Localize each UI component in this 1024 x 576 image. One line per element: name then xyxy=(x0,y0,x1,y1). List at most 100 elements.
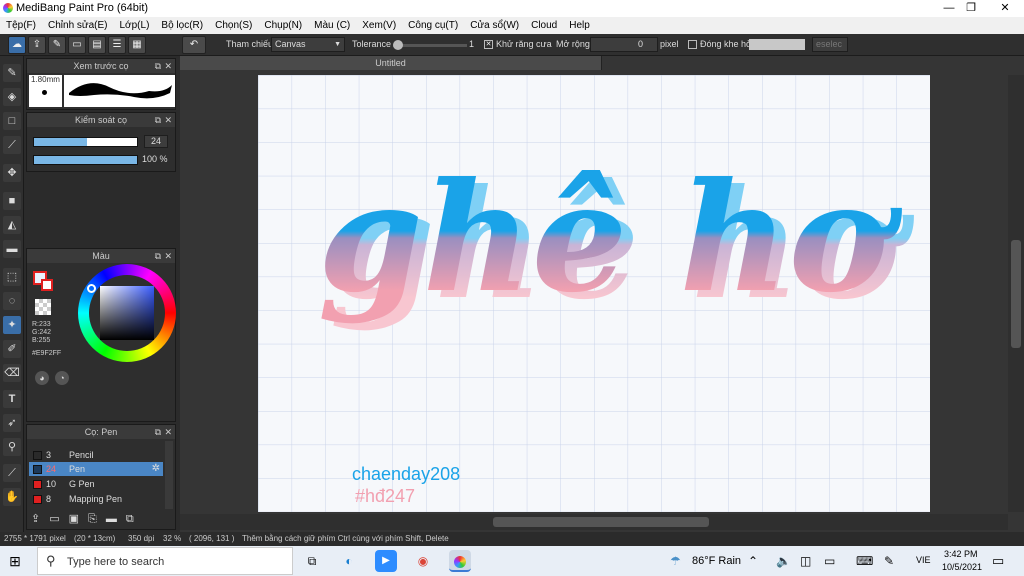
clock-time[interactable]: 3:42 PM xyxy=(944,549,978,559)
menu-layer[interactable]: Lớp(L) xyxy=(114,17,156,34)
folder-icon[interactable]: ▬ xyxy=(106,513,126,525)
brush-opacity-slider[interactable] xyxy=(33,155,138,165)
line-tool-icon[interactable]: ⟋ xyxy=(3,136,21,154)
operation-tool-icon[interactable]: ➶ xyxy=(3,414,21,432)
brush-item[interactable]: 10 G Pen xyxy=(29,477,163,491)
new-brush-icon[interactable]: ▭ xyxy=(49,513,68,525)
list-icon[interactable]: ☰ xyxy=(108,36,126,54)
medibang-taskbar-icon[interactable] xyxy=(449,550,471,572)
tolerance-slider[interactable] xyxy=(393,40,467,50)
tolerance-slider-handle[interactable] xyxy=(393,40,403,50)
notification-icon[interactable]: ▭ xyxy=(992,553,1004,569)
rectangle-tool-icon[interactable]: □ xyxy=(3,112,21,130)
document-tab[interactable]: Untitled xyxy=(180,56,602,70)
add-brush-icon[interactable]: ▣ xyxy=(69,513,88,525)
hue-wheel[interactable] xyxy=(78,264,176,362)
vertical-scrollbar[interactable] xyxy=(1008,75,1024,512)
saturation-value-square[interactable] xyxy=(100,286,154,340)
close-icon[interactable]: ✕ xyxy=(164,425,172,439)
comment-icon[interactable]: ✎ xyxy=(48,36,66,54)
menu-filter[interactable]: Bộ lọc(R) xyxy=(155,17,209,34)
menu-cloud[interactable]: Cloud xyxy=(525,17,563,34)
keyboard-icon[interactable]: ⌨ xyxy=(856,554,873,568)
eyedropper-tool-icon[interactable]: ⚲ xyxy=(3,438,21,456)
reference-select[interactable]: Canvas ▼ xyxy=(271,37,345,52)
search-box[interactable]: ⚲ Type here to search xyxy=(37,547,293,575)
menu-view[interactable]: Xem(V) xyxy=(356,17,402,34)
fill-rect-tool-icon[interactable]: ■ xyxy=(3,192,21,210)
menu-window[interactable]: Cửa sổ(W) xyxy=(464,17,525,34)
brush-list-scrollbar[interactable] xyxy=(165,441,173,509)
maximize-button[interactable]: ❐ xyxy=(956,0,986,17)
zoom-icon[interactable]: ▶ xyxy=(375,550,397,572)
menu-capture[interactable]: Chụp(N) xyxy=(258,17,308,34)
popout-icon[interactable]: ⧉ xyxy=(155,249,161,263)
menu-file[interactable]: Tệp(F) xyxy=(0,17,42,34)
close-icon[interactable]: ✕ xyxy=(164,249,172,263)
edge-icon[interactable]: ◐ xyxy=(338,550,360,572)
battery-icon[interactable]: ▭ xyxy=(824,554,835,568)
duplicate-icon[interactable]: ⧉ xyxy=(126,513,143,525)
close-button[interactable]: ✕ xyxy=(990,0,1020,17)
menu-select[interactable]: Chọn(S) xyxy=(209,17,258,34)
canvas-paper[interactable]: ghê hơ ghê hơ chaenday208 #hđ247 xyxy=(258,75,930,512)
task-view-icon[interactable]: ⧉ xyxy=(301,550,323,572)
language-indicator[interactable]: VIE xyxy=(916,555,931,565)
move-tool-icon[interactable]: ✥ xyxy=(3,164,21,182)
hand-tool-icon[interactable]: ✋ xyxy=(3,488,21,506)
palette-add-icon[interactable]: ◔ xyxy=(55,371,69,385)
network-icon[interactable]: ◫ xyxy=(800,554,811,568)
horizontal-scrollbar[interactable] xyxy=(180,514,1008,530)
popout-icon[interactable]: ⧉ xyxy=(155,113,161,127)
select-eraser-tool-icon[interactable]: ⌫ xyxy=(3,364,21,382)
select-tool-icon[interactable]: ⬚ xyxy=(3,268,21,286)
lasso-tool-icon[interactable]: ◌ xyxy=(3,292,21,310)
bucket-tool-icon[interactable]: ◭ xyxy=(3,216,21,234)
popout-icon[interactable]: ⧉ xyxy=(155,425,161,439)
copy-icon[interactable]: ⎘ xyxy=(88,513,106,525)
gradient-tool-icon[interactable]: ▬ xyxy=(3,240,21,258)
clock-date[interactable]: 10/5/2021 xyxy=(942,562,982,572)
brush-size-slider[interactable] xyxy=(33,137,138,147)
brush-item-selected[interactable]: 24 Pen ✲ xyxy=(29,462,163,476)
hue-handle[interactable] xyxy=(87,284,96,293)
divide-tool-icon[interactable]: ⟋ xyxy=(3,464,21,482)
menu-help[interactable]: Help xyxy=(563,17,596,34)
weather-icon[interactable]: ☂ xyxy=(670,554,681,568)
close-icon[interactable]: ✕ xyxy=(164,59,172,73)
brush-item[interactable]: 8 Mapping Pen xyxy=(29,492,163,506)
chrome-icon[interactable]: ◉ xyxy=(412,550,434,572)
palette-icon[interactable]: ◕ xyxy=(35,371,49,385)
vertical-scroll-thumb[interactable] xyxy=(1011,240,1021,348)
chat-icon[interactable]: ▭ xyxy=(68,36,86,54)
undo-icon[interactable]: ↶ xyxy=(182,36,206,54)
brush-tool-icon[interactable]: ✎ xyxy=(3,64,21,82)
menu-edit[interactable]: Chỉnh sửa(E) xyxy=(42,17,114,34)
document-icon[interactable]: ▤ xyxy=(88,36,106,54)
weather-text[interactable]: 86°F Rain xyxy=(692,555,741,567)
speaker-icon[interactable]: 🔈 xyxy=(776,554,791,568)
close-icon[interactable]: ✕ xyxy=(164,113,172,127)
menu-color[interactable]: Màu (C) xyxy=(308,17,356,34)
close-gap-slider[interactable] xyxy=(749,39,805,50)
gear-icon[interactable]: ✲ xyxy=(152,462,160,476)
brush-item[interactable]: 3 Pencil xyxy=(29,448,163,462)
windows-start-icon[interactable]: ⊞ xyxy=(4,550,26,572)
brush-size-input[interactable]: 24 xyxy=(144,135,168,148)
expand-input[interactable]: 0 xyxy=(590,37,658,52)
upload-icon[interactable]: ⇪ xyxy=(31,513,49,525)
select-pen-tool-icon[interactable]: ✐ xyxy=(3,340,21,358)
cloud-icon[interactable]: ☁ xyxy=(8,36,26,54)
close-gap-checkbox[interactable] xyxy=(688,40,697,49)
horizontal-scroll-thumb[interactable] xyxy=(493,517,709,527)
share-icon[interactable]: ⇪ xyxy=(28,36,46,54)
antialias-checkbox[interactable]: ✕ xyxy=(484,40,493,49)
magic-wand-tool-icon[interactable]: ✦ xyxy=(3,316,21,334)
grid-icon[interactable]: ▦ xyxy=(128,36,146,54)
popout-icon[interactable]: ⧉ xyxy=(155,59,161,73)
menu-tools[interactable]: Công cụ(T) xyxy=(402,17,464,34)
text-tool-icon[interactable]: T xyxy=(3,390,21,408)
chevron-up-icon[interactable]: ⌃ xyxy=(748,554,758,568)
pen-menu-icon[interactable]: ✎ xyxy=(884,554,894,568)
deselect-button[interactable]: eselec xyxy=(812,37,848,52)
